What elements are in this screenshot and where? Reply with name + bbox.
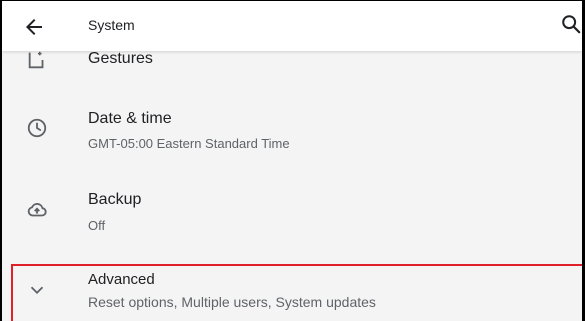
gestures-icon [26,49,48,71]
settings-item-title: Gestures [88,50,153,67]
cloud-upload-icon [26,199,48,221]
settings-item-advanced[interactable]: Advanced Reset options, Multiple users, … [2,263,582,321]
settings-item-subtitle: Off [88,218,106,233]
settings-item-title: Date & time [88,110,172,127]
chevron-down-icon [26,279,48,301]
settings-item-subtitle: Reset options, Multiple users, System up… [88,294,376,310]
app-bar: System [2,1,582,51]
settings-item-backup[interactable]: Backup Off [2,181,582,263]
clock-icon [26,117,48,139]
settings-item-title: Advanced [88,271,155,288]
page-title: System [88,17,135,33]
settings-item-date-time[interactable]: Date & time GMT-05:00 Eastern Standard T… [2,101,582,181]
settings-item-title: Backup [88,191,142,208]
arrow-back-icon[interactable] [22,15,46,39]
settings-item-subtitle: GMT-05:00 Eastern Standard Time [88,136,290,151]
settings-screen: System Gestures Date & time GMT-05:00 Ea… [0,0,585,321]
search-icon[interactable] [560,13,582,35]
